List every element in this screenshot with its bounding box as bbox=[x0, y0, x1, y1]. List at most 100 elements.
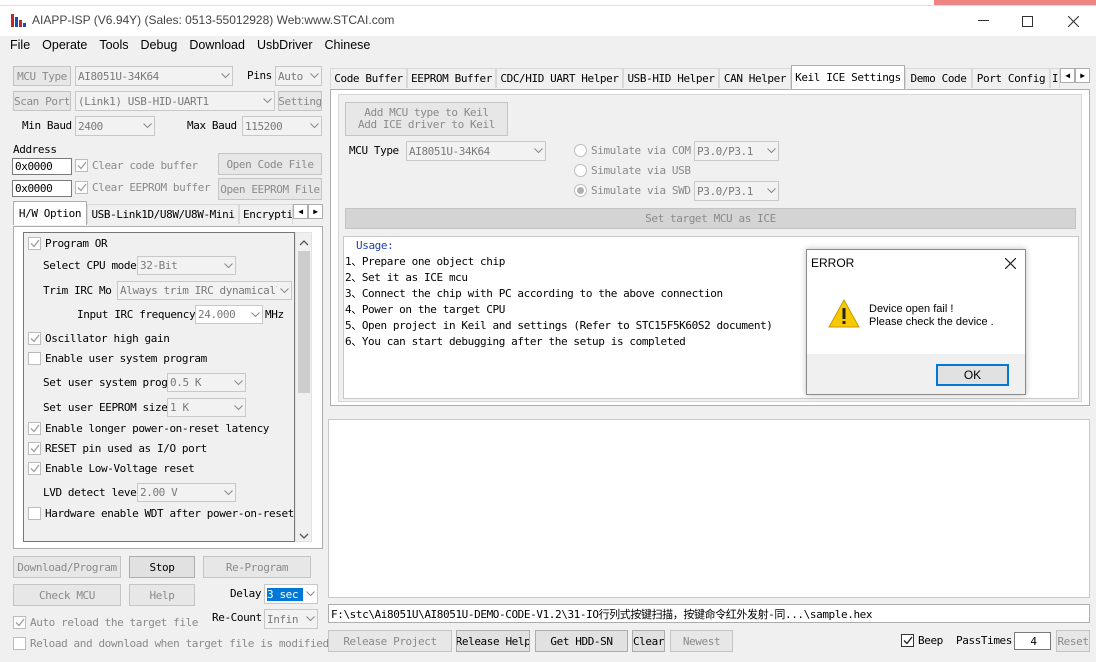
user-prog-size-select[interactable]: 0.5 K bbox=[167, 373, 246, 392]
clear-code-checkbox[interactable]: Clear code buffer bbox=[75, 159, 198, 172]
reload-download-label: Reload and download when target file is … bbox=[30, 637, 329, 650]
hw-option-panel: Program OR Select CPU mode 32-Bit Trim I… bbox=[13, 226, 323, 549]
longer-reset-checkbox[interactable]: Enable longer power-on-reset latency bbox=[28, 422, 269, 435]
beep-label: Beep bbox=[918, 634, 943, 647]
scan-port-button[interactable]: Scan Port bbox=[13, 91, 71, 111]
eeprom-address-field[interactable]: 0x0000 bbox=[12, 180, 72, 197]
trim-irc-select[interactable]: Always trim IRC dynamicall bbox=[117, 281, 292, 300]
tab-hw-option[interactable]: H/W Option bbox=[13, 201, 87, 225]
chevron-down-icon bbox=[221, 484, 235, 501]
tab-eeprom-buffer[interactable]: EEPROM Buffer bbox=[407, 68, 496, 88]
scan-port-value: (Link1) USB-HID-UART1 bbox=[78, 94, 209, 108]
dialog-close-icon[interactable] bbox=[1001, 255, 1019, 271]
mcu-type-select[interactable]: AI8051U-34K64 bbox=[75, 66, 233, 86]
hardware-wdt-checkbox[interactable]: Hardware enable WDT after power-on-reset bbox=[28, 507, 294, 520]
reset-button[interactable]: Reset bbox=[1056, 630, 1090, 652]
irc-frequency-select[interactable]: 24.000 bbox=[195, 305, 263, 324]
scan-port-select[interactable]: (Link1) USB-HID-UART1 bbox=[75, 91, 275, 111]
check-mcu-button[interactable]: Check MCU bbox=[13, 584, 121, 606]
tab-port-config[interactable]: Port Config bbox=[972, 68, 1050, 88]
setting-button[interactable]: Setting bbox=[278, 91, 322, 111]
get-hdd-sn-button[interactable]: Get HDD-SN bbox=[535, 630, 628, 652]
re-program-button[interactable]: Re-Program bbox=[203, 556, 311, 578]
menu-usbdriver[interactable]: UsbDriver bbox=[257, 38, 313, 54]
radio-circle bbox=[574, 184, 587, 197]
tab-scroll-right-icon[interactable]: ▶ bbox=[1075, 68, 1090, 83]
min-baud-value: 2400 bbox=[78, 119, 103, 133]
code-address-field[interactable]: 0x0000 bbox=[12, 158, 72, 175]
menu-debug[interactable]: Debug bbox=[141, 38, 178, 54]
clear-eeprom-checkbox[interactable]: Clear EEPROM buffer bbox=[75, 181, 211, 194]
ice-mcu-type-select[interactable]: AI8051U-34K64 bbox=[406, 141, 546, 161]
maximize-icon[interactable] bbox=[1012, 6, 1042, 36]
checkbox-box bbox=[901, 634, 914, 647]
low-voltage-checkbox[interactable]: Enable Low-Voltage reset bbox=[28, 462, 195, 475]
menu-download[interactable]: Download bbox=[189, 38, 245, 54]
tab-usb-hid-helper[interactable]: USB-HID Helper bbox=[623, 68, 719, 88]
download-program-button[interactable]: Download/Program bbox=[13, 556, 121, 578]
options-scrollbar[interactable] bbox=[295, 232, 312, 542]
release-help-button[interactable]: Release Help bbox=[456, 630, 530, 652]
menu-chinese[interactable]: Chinese bbox=[325, 38, 371, 54]
eeprom-size-select[interactable]: 1 K bbox=[167, 398, 246, 417]
tab-keil-ice-settings[interactable]: Keil ICE Settings bbox=[791, 65, 905, 89]
set-target-ice-button[interactable]: Set target MCU as ICE bbox=[345, 208, 1076, 229]
tab-overflow[interactable]: I bbox=[1050, 68, 1060, 88]
tab-cdc-hid-uart-helper[interactable]: CDC/HID UART Helper bbox=[496, 68, 623, 88]
newest-button[interactable]: Newest bbox=[670, 630, 733, 652]
log-output-area[interactable] bbox=[328, 419, 1090, 598]
release-project-button[interactable]: Release Project bbox=[328, 630, 452, 652]
recount-select[interactable]: Infin bbox=[264, 609, 318, 629]
file-path-field[interactable]: F:\stc\Ai8051U\AI8051U-DEMO-CODE-V1.2\31… bbox=[328, 604, 1090, 623]
user-system-program-checkbox[interactable]: Enable user system program bbox=[28, 352, 207, 365]
auto-reload-checkbox[interactable]: Auto reload the target file bbox=[13, 616, 198, 629]
tab-code-buffer[interactable]: Code Buffer bbox=[330, 68, 407, 88]
add-mcu-to-keil-button[interactable]: Add MCU type to Keil Add ICE driver to K… bbox=[345, 102, 508, 136]
delay-select[interactable]: 3 sec bbox=[264, 584, 318, 604]
close-icon[interactable] bbox=[1058, 6, 1088, 36]
lvd-label: LVD detect leve bbox=[43, 486, 137, 499]
tab-scroll-left-icon[interactable]: ◀ bbox=[293, 204, 308, 219]
user-prog-size-label: Set user system prog bbox=[43, 376, 168, 389]
right-tabs: Code Buffer EEPROM Buffer CDC/HID UART H… bbox=[330, 65, 1090, 89]
tab-demo-code[interactable]: Demo Code bbox=[905, 68, 972, 88]
minimize-icon[interactable] bbox=[968, 6, 998, 36]
open-eeprom-file-button[interactable]: Open EEPROM File bbox=[218, 178, 322, 200]
dialog-ok-button[interactable]: OK bbox=[936, 364, 1009, 386]
tab-usb-link1d[interactable]: USB-Link1D/U8W/U8W-Mini bbox=[87, 204, 239, 224]
mcu-type-button[interactable]: MCU Type bbox=[13, 66, 71, 86]
help-button[interactable]: Help bbox=[129, 584, 195, 606]
reset-io-checkbox[interactable]: RESET pin used as I/O port bbox=[28, 442, 207, 455]
tab-encryption[interactable]: Encrypti bbox=[239, 204, 293, 224]
simulate-swd-radio[interactable]: Simulate via SWD bbox=[574, 184, 691, 197]
stop-button[interactable]: Stop bbox=[129, 556, 195, 578]
clear-button[interactable]: Clear bbox=[632, 630, 665, 652]
tab-can-helper[interactable]: CAN Helper bbox=[719, 68, 791, 88]
program-or-checkbox[interactable]: Program OR bbox=[28, 237, 108, 250]
scroll-up-icon[interactable] bbox=[299, 236, 309, 249]
beep-checkbox[interactable]: Beep bbox=[901, 634, 943, 647]
irc-frequency-value: 24.000 bbox=[198, 308, 236, 321]
simulate-com-radio[interactable]: Simulate via COM bbox=[574, 144, 691, 157]
usage-step: 4、Power on the target CPU bbox=[345, 303, 505, 316]
tab-scroll-left-icon[interactable]: ◀ bbox=[1060, 68, 1075, 83]
delay-label: Delay bbox=[230, 587, 262, 600]
reload-download-checkbox[interactable]: Reload and download when target file is … bbox=[13, 637, 329, 650]
scrollbar-thumb[interactable] bbox=[298, 251, 310, 393]
menu-file[interactable]: File bbox=[10, 38, 30, 54]
cpu-mode-select[interactable]: 32-Bit bbox=[137, 256, 236, 275]
pins-select[interactable]: Auto bbox=[275, 66, 322, 86]
simulate-com-port-select[interactable]: P3.0/P3.1 bbox=[694, 141, 779, 161]
max-baud-select[interactable]: 115200 bbox=[242, 116, 322, 136]
tab-scroll-right-icon[interactable]: ▶ bbox=[308, 204, 323, 219]
menu-tools[interactable]: Tools bbox=[99, 38, 128, 54]
simulate-usb-radio[interactable]: Simulate via USB bbox=[574, 164, 691, 177]
simulate-swd-port-select[interactable]: P3.0/P3.1 bbox=[694, 181, 779, 201]
menu-operate[interactable]: Operate bbox=[42, 38, 87, 54]
min-baud-select[interactable]: 2400 bbox=[75, 116, 155, 136]
lvd-select[interactable]: 2.00 V bbox=[137, 483, 236, 502]
scroll-down-icon[interactable] bbox=[299, 530, 309, 543]
open-code-file-button[interactable]: Open Code File bbox=[218, 153, 322, 175]
pass-times-field[interactable]: 4 bbox=[1014, 632, 1051, 650]
oscillator-gain-checkbox[interactable]: Oscillator high gain bbox=[28, 332, 170, 345]
